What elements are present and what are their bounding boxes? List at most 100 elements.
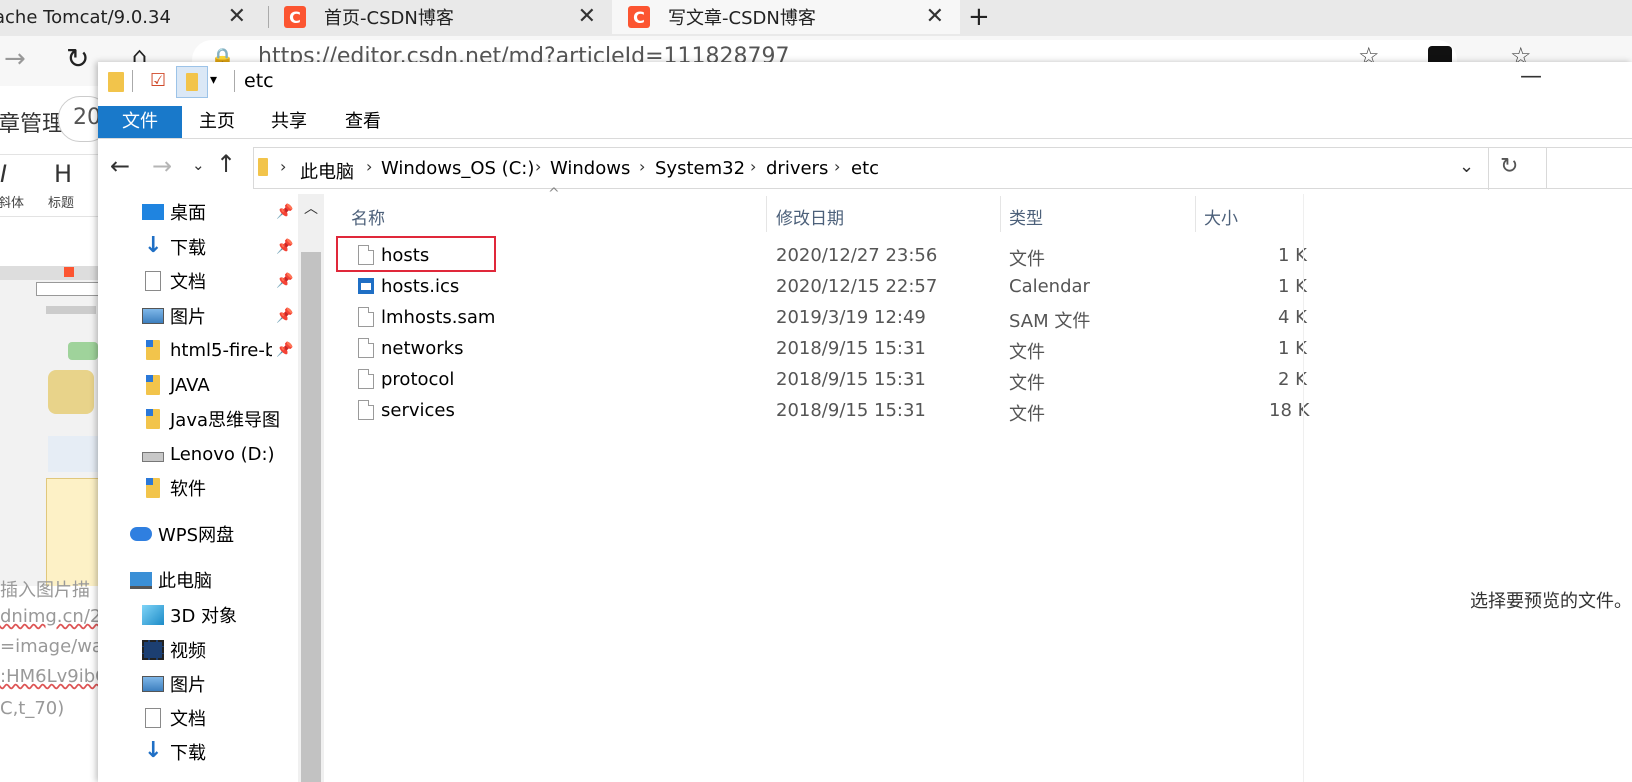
pin-icon[interactable]: 📌 [276,308,293,324]
forward-icon[interactable]: → [4,44,26,74]
pin-icon[interactable]: 📌 [276,239,293,255]
file-row-hosts-ics[interactable]: hosts.ics 2020/12/15 22:57 Calendar 1 K [326,272,1307,302]
new-tab-icon[interactable]: + [968,0,998,34]
column-header-modified[interactable]: 修改日期 [776,204,844,229]
browser-tab-csdn-write[interactable]: C 写文章-CSDN博客 ✕ [612,0,960,34]
nav-item-downloads[interactable]: ↓ 下载 [142,231,206,263]
divider [0,216,98,217]
file-row-hosts[interactable]: hosts 2020/12/27 23:56 文件 1 K [326,241,1307,271]
desktop-icon [142,204,164,220]
breadcrumb-etc[interactable]: etc [851,158,879,179]
nav-scrollbar[interactable]: ︿ [298,194,324,782]
file-type: 文件 [1009,404,1045,425]
scrollbar-thumb[interactable] [301,252,321,782]
chevron-right-icon[interactable]: › [535,157,541,176]
file-type: 文件 [1009,249,1045,270]
thumb-heading [46,306,96,314]
recent-locations-icon[interactable]: ⌄ [192,156,205,174]
browser-tab-csdn-home[interactable]: C 首页-CSDN博客 ✕ [284,0,612,34]
browser-tab-tomcat[interactable]: ache Tomcat/9.0.34 ✕ [0,0,262,34]
breadcrumb-this-pc[interactable]: 此电脑 [300,158,354,184]
customize-qat-icon[interactable]: ▾ [210,72,217,88]
csdn-logo-icon: C [284,6,306,28]
file-row-lmhosts-sam[interactable]: lmhosts.sam 2019/3/19 12:49 SAM 文件 4 K [326,303,1307,333]
up-icon[interactable]: ↑ [216,150,236,178]
minimize-icon[interactable]: — [1520,64,1542,89]
breadcrumb-system32[interactable]: System32 [655,158,745,179]
italic-label: 斜体 [0,196,25,211]
pin-icon[interactable]: 📌 [276,342,293,358]
nav-item-documents-pc[interactable]: 文档 [142,702,206,734]
nav-label: 文档 [170,709,206,730]
calendar-file-icon [358,278,374,294]
folder-icon [146,409,160,429]
column-divider[interactable] [1000,196,1001,232]
column-header-size[interactable]: 大小 [1204,204,1238,229]
chevron-right-icon[interactable]: › [750,157,756,176]
file-row-networks[interactable]: networks 2018/9/15 15:31 文件 1 K [326,334,1307,364]
nav-item-wps-cloud[interactable]: WPS网盘 [130,518,234,550]
nav-item-html5-fire-ba[interactable]: html5-fire-ba [142,334,272,366]
file-row-services[interactable]: services 2018/9/15 15:31 文件 18 K [326,396,1309,426]
properties-icon[interactable]: ☑ [150,70,166,91]
heading-icon[interactable]: H [54,160,72,188]
chevron-right-icon[interactable]: › [639,157,645,176]
scroll-up-icon[interactable]: ︿ [304,198,318,218]
nav-label: 图片 [170,307,206,328]
nav-item-pictures[interactable]: 图片 [142,300,206,332]
nav-item-this-pc[interactable]: 此电脑 [130,564,212,596]
chevron-right-icon[interactable]: › [366,157,372,176]
italic-icon[interactable]: I [0,160,7,188]
tab-view[interactable]: 查看 [334,106,392,138]
back-icon[interactable]: ← [110,152,130,180]
breadcrumb-drivers[interactable]: drivers [766,158,828,179]
nav-item-videos[interactable]: 视频 [142,634,206,666]
breadcrumb-windows[interactable]: Windows [550,158,630,179]
tab-title: 写文章-CSDN博客 [668,8,816,29]
divider[interactable] [1303,194,1304,782]
close-icon[interactable]: ✕ [228,4,246,29]
window-title: etc [244,70,274,92]
close-icon[interactable]: ✕ [578,4,596,29]
file-modified: 2019/3/19 12:49 [776,307,926,328]
refresh-icon[interactable]: ↻ [66,42,89,75]
nav-item-3d-objects[interactable]: 3D 对象 [142,599,237,631]
file-type: 文件 [1009,342,1045,363]
nav-item-java-mindmap[interactable]: Java思维导图 [142,403,280,435]
column-divider[interactable] [1195,196,1196,232]
nav-item-downloads-pc[interactable]: ↓ 下载 [142,736,206,768]
column-header-name[interactable]: 名称 [351,204,385,229]
chevron-right-icon[interactable]: › [834,157,840,176]
divider [1488,148,1489,190]
drive-icon [142,452,164,462]
address-dropdown-icon[interactable]: ⌄ [1459,156,1474,177]
search-box[interactable]: 20 [58,96,98,142]
file-row-protocol[interactable]: protocol 2018/9/15 15:31 文件 2 K [326,365,1307,395]
file-icon [358,245,374,265]
nav-item-desktop[interactable]: 桌面 [142,196,206,228]
address-bar[interactable]: › 此电脑 › Windows_OS (C:) › Windows › Syst… [253,147,1632,190]
nav-item-software[interactable]: 软件 [142,472,206,504]
tab-file[interactable]: 文件 [98,106,182,138]
tab-home[interactable]: 主页 [188,106,246,138]
breadcrumb-c-drive[interactable]: Windows_OS (C:) [381,158,534,179]
pin-icon[interactable]: 📌 [276,204,293,220]
column-divider[interactable] [766,196,767,232]
close-icon[interactable]: ✕ [926,4,944,29]
article-manage-link[interactable]: 章管理 [0,106,64,138]
ribbon-tabs: 文件 主页 共享 查看 [98,106,1632,139]
thumb-csdn-icon [64,267,74,277]
nav-item-java[interactable]: JAVA [142,369,210,401]
new-folder-button[interactable] [176,66,208,98]
chevron-right-icon[interactable]: › [280,157,286,176]
search-box[interactable] [1546,147,1632,189]
tab-share[interactable]: 共享 [260,106,318,138]
csdn-editor-sidebar: 章管理 20 I H 斜体 标题 插入图片描 dnimg.cn/20 =imag… [0,86,98,782]
pin-icon[interactable]: 📌 [276,273,293,289]
refresh-icon[interactable]: ↻ [1500,154,1518,179]
nav-item-pictures-pc[interactable]: 图片 [142,668,206,700]
column-header-type[interactable]: 类型 [1009,204,1043,229]
nav-item-documents[interactable]: 文档 [142,265,206,297]
nav-item-lenovo-d[interactable]: Lenovo (D:) [142,438,275,470]
markdown-line: C,t_70) [0,698,65,719]
